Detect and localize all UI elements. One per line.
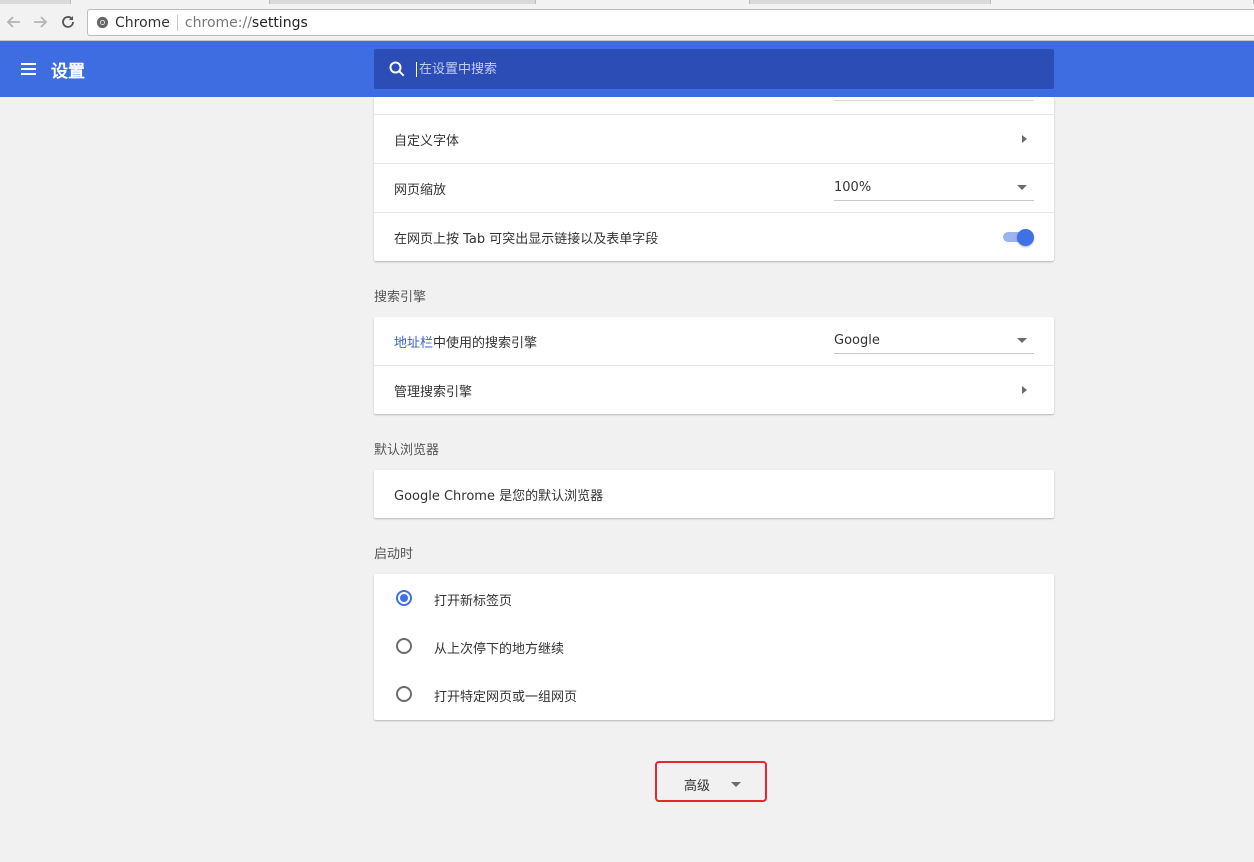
- chevron-down-icon: [731, 782, 741, 787]
- on-startup-card: 打开新标签页 从上次停下的地方继续 打开特定网页或一组网页: [374, 574, 1054, 720]
- reload-icon: [62, 16, 74, 28]
- site-chip-label: Chrome: [115, 14, 170, 31]
- search-engine-select[interactable]: Google: [834, 328, 1034, 354]
- address-bar-engine-row: 地址栏 中使用的搜索引擎 Google: [374, 317, 1054, 366]
- startup-option-new-tab[interactable]: 打开新标签页: [374, 574, 1054, 622]
- chevron-right-icon: [1022, 386, 1027, 394]
- appearance-card: 自定义字体 网页缩放 100% 在网页上按 Tab 可突出显示链接以及表单字段: [374, 97, 1054, 261]
- tab-highlight-row: 在网页上按 Tab 可突出显示链接以及表单字段: [374, 212, 1054, 261]
- chevron-right-icon: [1022, 135, 1027, 143]
- startup-option-label: 打开新标签页: [434, 594, 513, 609]
- startup-option-continue[interactable]: 从上次停下的地方继续: [374, 622, 1054, 670]
- search-icon: [389, 61, 405, 77]
- search-input[interactable]: [416, 61, 1016, 77]
- startup-option-label: 从上次停下的地方继续: [434, 642, 565, 657]
- dropdown-arrow-icon: [1017, 185, 1027, 190]
- search-engine-section-title: 搜索引擎: [374, 290, 427, 305]
- advanced-label: 高级: [684, 779, 711, 794]
- browser-toolbar: Chrome chrome://settings: [0, 4, 1254, 41]
- startup-option-label: 打开特定网页或一组网页: [434, 690, 578, 705]
- address-bar-engine-label: 中使用的搜索引擎: [433, 336, 538, 351]
- menu-icon[interactable]: [20, 60, 38, 78]
- chrome-logo-icon: [95, 16, 109, 30]
- startup-option-specific-pages[interactable]: 打开特定网页或一组网页: [374, 670, 1054, 718]
- page-zoom-value: 100%: [834, 180, 872, 195]
- forward-arrow-icon: [34, 16, 48, 28]
- radio-button[interactable]: [396, 638, 412, 654]
- tab-highlight-label: 在网页上按 Tab 可突出显示链接以及表单字段: [394, 231, 659, 247]
- forward-button[interactable]: [28, 10, 52, 34]
- url-host: settings: [251, 14, 308, 31]
- toggle-knob: [1017, 229, 1034, 246]
- reload-button[interactable]: [56, 10, 80, 34]
- back-button[interactable]: [2, 10, 26, 34]
- settings-header: 设置: [0, 41, 1254, 97]
- default-browser-section-title: 默认浏览器: [374, 443, 440, 458]
- custom-fonts-row[interactable]: 自定义字体: [374, 114, 1054, 163]
- radio-button[interactable]: [396, 590, 412, 606]
- radio-button[interactable]: [396, 686, 412, 702]
- back-arrow-icon: [6, 16, 20, 28]
- page-zoom-label: 网页缩放: [394, 182, 447, 198]
- page-zoom-select[interactable]: 100%: [834, 175, 1034, 201]
- default-browser-status: Google Chrome 是您的默认浏览器: [394, 488, 604, 504]
- custom-fonts-label: 自定义字体: [394, 133, 460, 149]
- address-bar-link[interactable]: 地址栏: [394, 332, 433, 351]
- on-startup-section-title: 启动时: [374, 547, 414, 562]
- manage-search-engines-label: 管理搜索引擎: [394, 384, 473, 400]
- manage-search-engines-row[interactable]: 管理搜索引擎: [374, 365, 1054, 414]
- search-engine-value: Google: [834, 333, 880, 348]
- page-title: 设置: [51, 62, 85, 82]
- advanced-button[interactable]: 高级: [655, 761, 767, 802]
- address-separator: [176, 14, 178, 31]
- url-scheme: chrome://: [184, 14, 252, 31]
- page-zoom-row: 网页缩放 100%: [374, 163, 1054, 212]
- default-browser-card: Google Chrome 是您的默认浏览器: [374, 470, 1054, 518]
- search-engine-card: 地址栏 中使用的搜索引擎 Google 管理搜索引擎: [374, 317, 1054, 414]
- address-bar[interactable]: Chrome chrome://settings: [87, 9, 1254, 36]
- default-browser-row: Google Chrome 是您的默认浏览器: [374, 470, 1054, 518]
- scrolled-select-underline: [834, 97, 1034, 101]
- dropdown-arrow-icon: [1017, 338, 1027, 343]
- tab-highlight-toggle[interactable]: [1003, 229, 1035, 246]
- settings-search[interactable]: [374, 49, 1054, 89]
